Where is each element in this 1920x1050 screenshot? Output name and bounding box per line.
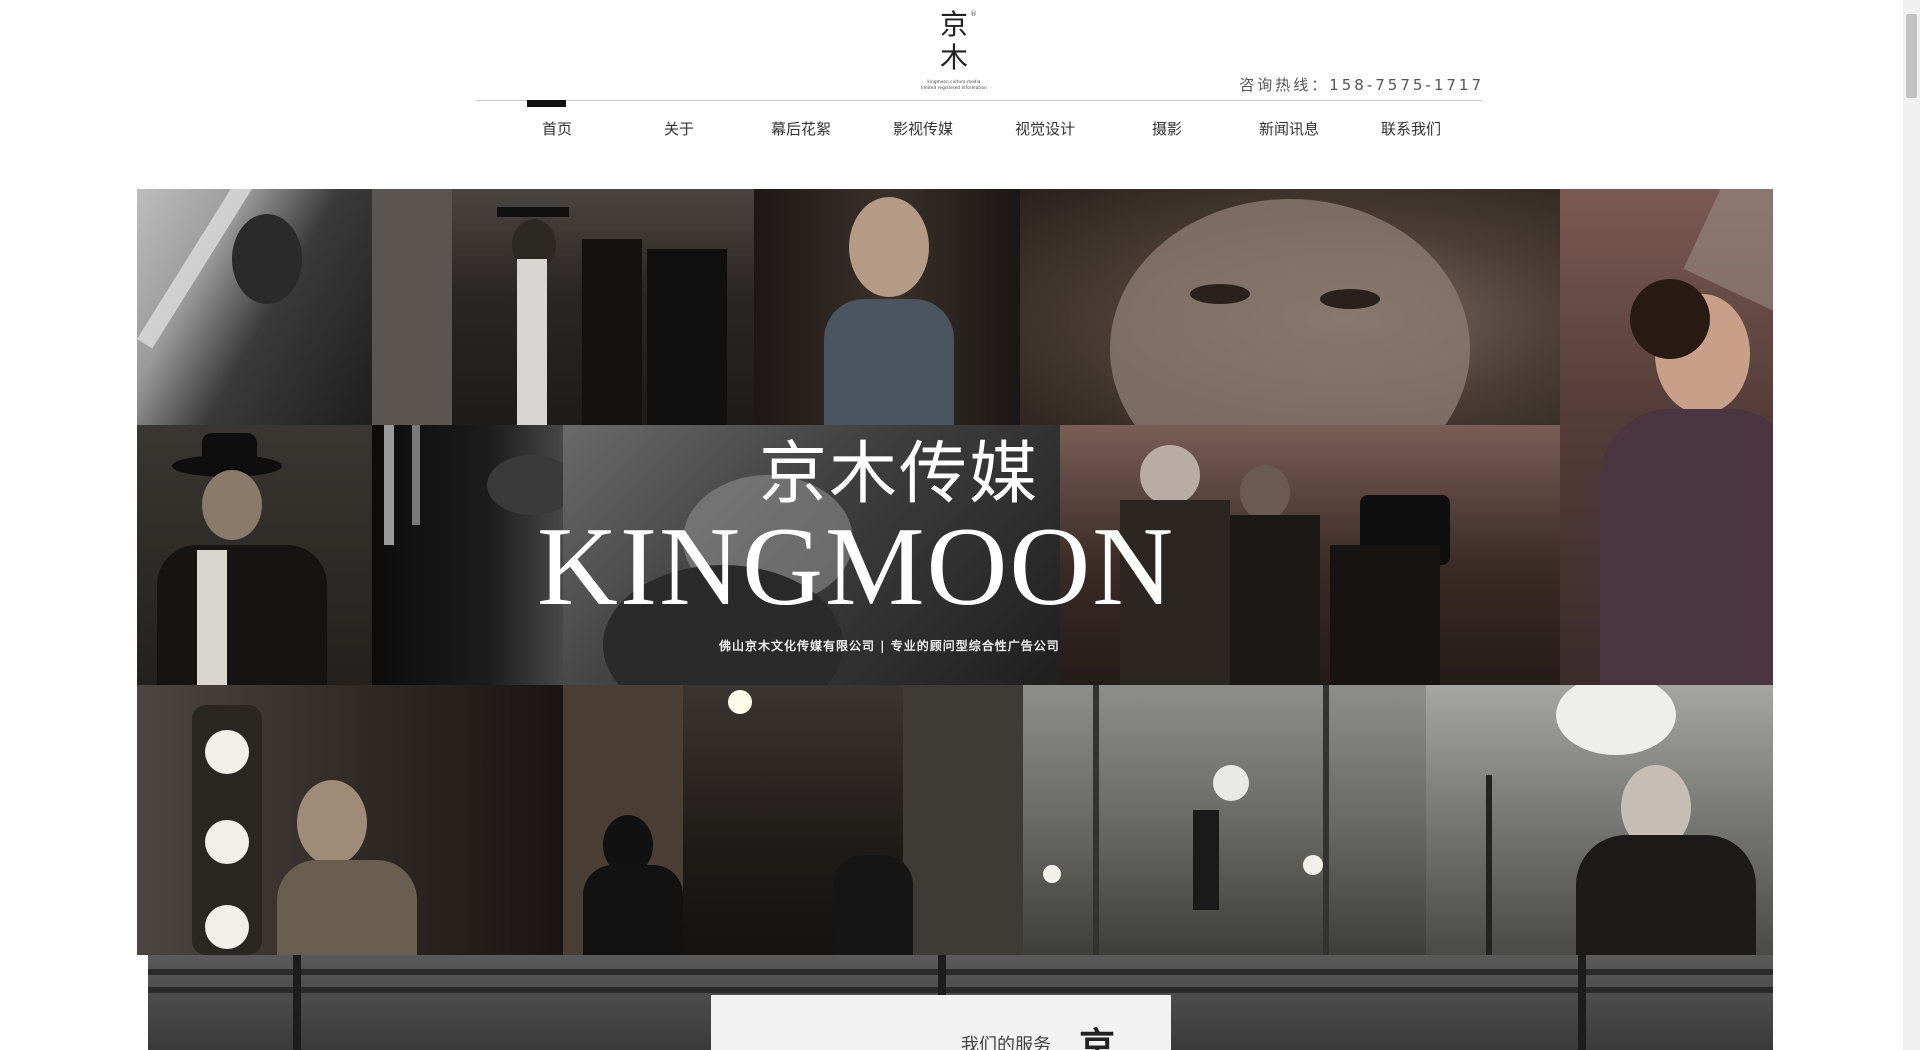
- banner-tagline: 佛山京木文化传媒有限公司 | 专业的顾问型综合性广告公司: [719, 639, 1060, 653]
- hero-banner: 京木传媒 KINGMOON 佛山京木文化传媒有限公司 | 专业的顾问型综合性广告…: [137, 189, 1773, 955]
- nav-item-contact[interactable]: 联系我们: [1350, 118, 1472, 142]
- photo-tile-makeup-mirror: [137, 685, 563, 955]
- nav-item-visual-design[interactable]: 视觉设计: [984, 118, 1106, 142]
- banner-title-cn: 京木传媒: [759, 435, 1040, 514]
- registered-mark: ®: [970, 10, 977, 18]
- photo-tile-model-necklace: [754, 189, 1020, 425]
- nav-item-home[interactable]: 首页: [496, 118, 618, 142]
- hotline-text: 咨询热线：158-7575-1717: [1239, 76, 1484, 94]
- logo-char-1: 京: [939, 8, 968, 41]
- nav-item-film-media[interactable]: 影视传媒: [862, 118, 984, 142]
- scrollbar-thumb[interactable]: [1906, 14, 1917, 98]
- photo-tile-film-crew: [372, 189, 754, 425]
- main-nav: 首页 关于 幕后花絮 影视传媒 视觉设计 摄影 新闻讯息 联系我们: [496, 118, 1472, 142]
- photo-tile-elderly-man-lamp: [1426, 685, 1773, 955]
- nav-item-about[interactable]: 关于: [618, 118, 740, 142]
- services-section: 我们的服务 京: [148, 955, 1773, 1050]
- background-post: [1578, 955, 1586, 1050]
- services-heading-box: 我们的服务 京: [711, 995, 1171, 1050]
- services-heading-char: 京: [1079, 1025, 1116, 1050]
- nav-active-indicator: [527, 100, 566, 107]
- photo-tile-old-street-set: [563, 685, 1023, 955]
- header-divider: [476, 100, 1482, 101]
- photo-tile-woman-light: [137, 189, 372, 425]
- nav-item-news[interactable]: 新闻讯息: [1228, 118, 1350, 142]
- background-post: [293, 955, 301, 1050]
- nav-item-behind-the-scenes[interactable]: 幕后花絮: [740, 118, 862, 142]
- photo-tile-courtyard-lights: [1023, 685, 1426, 955]
- background-strip: [148, 987, 1773, 993]
- logo-subtitle-2: limited registered information: [921, 85, 987, 90]
- nav-item-photography[interactable]: 摄影: [1106, 118, 1228, 142]
- background-strip: [148, 969, 1773, 975]
- photo-tile-closeup-face: [1020, 189, 1560, 425]
- banner-title-en: KINGMOON: [537, 505, 1176, 629]
- photo-tile-man-hat-cigar: [137, 425, 372, 685]
- page-scrollbar[interactable]: [1903, 0, 1920, 1050]
- services-heading: 我们的服务: [961, 1035, 1051, 1050]
- site-logo[interactable]: 京 木 ® kingmoon culture media limited reg…: [918, 8, 990, 92]
- logo-char-2: 木: [939, 41, 968, 74]
- photo-tile-qipao-actress: [1560, 189, 1773, 685]
